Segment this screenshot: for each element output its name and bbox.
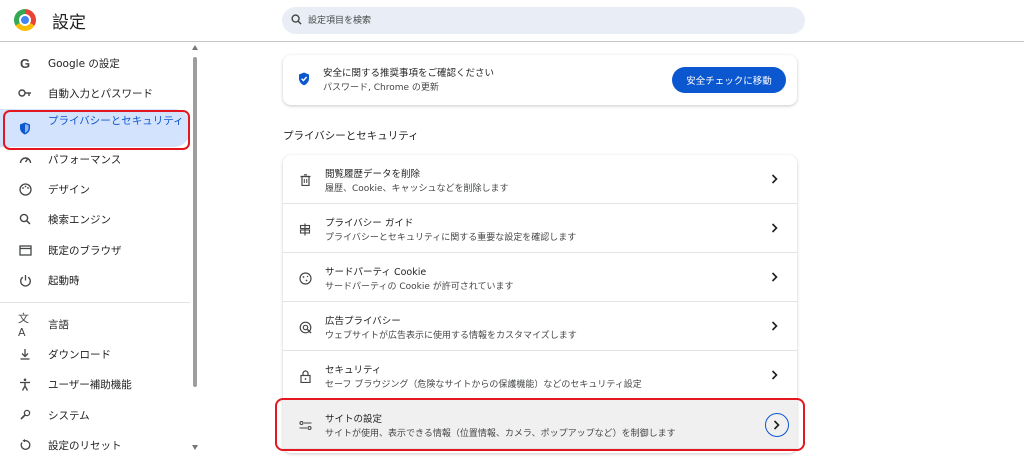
list-item-title: プライバシー ガイド <box>325 218 414 229</box>
scroll-down-arrow[interactable] <box>192 445 198 450</box>
power-icon <box>18 273 32 287</box>
page-title: 設定 <box>52 13 86 33</box>
sidebar-item-default-browser[interactable]: 既定のブラウザ <box>0 235 190 265</box>
chevron-right-icon <box>771 321 778 331</box>
sidebar: G Google の設定 自動入力とパスワード プライバシーとセキュリティ パフ… <box>0 43 205 453</box>
sidebar-item-performance[interactable]: パフォーマンス <box>0 144 190 174</box>
sidebar-item-label: パフォーマンス <box>48 153 122 166</box>
list-item-subtitle: ウェブサイトが広告表示に使用する情報をカスタマイズします <box>325 331 577 341</box>
sidebar-item-on-startup[interactable]: 起動時 <box>0 265 190 295</box>
sidebar-item-search-engine[interactable]: 検索エンジン <box>0 204 190 234</box>
search-box[interactable] <box>282 7 805 34</box>
sidebar-item-label: システム <box>48 409 90 422</box>
sidebar-item-accessibility[interactable]: ユーザー補助機能 <box>0 369 190 399</box>
accessibility-icon <box>18 377 32 391</box>
speedometer-icon <box>18 152 32 166</box>
list-item-title: サードパーティ Cookie <box>325 267 427 278</box>
top-bar: 設定 <box>0 0 1024 42</box>
ad-privacy-icon <box>298 320 312 334</box>
wrench-icon <box>18 408 32 422</box>
search-icon <box>291 14 302 25</box>
safety-check-title: 安全に関する推奨事項をご確認ください <box>323 68 495 79</box>
browser-window-icon <box>18 243 32 257</box>
list-item-clear-browsing-data[interactable]: 閲覧履歴データを削除 履歴、Cookie、キャッシュなどを削除します <box>283 155 797 204</box>
sidebar-item-label: 言語 <box>48 318 69 331</box>
key-icon <box>18 86 32 100</box>
sidebar-item-appearance[interactable]: デザイン <box>0 174 190 204</box>
sidebar-item-languages[interactable]: 文A 言語 <box>0 309 190 339</box>
cookie-icon <box>298 271 312 285</box>
sidebar-divider <box>0 302 190 303</box>
sidebar-item-label: ダウンロード <box>48 348 111 361</box>
list-item-privacy-guide[interactable]: プライバシー ガイド プライバシーとセキュリティに関する重要な設定を確認します <box>283 204 797 253</box>
palette-icon <box>18 182 32 196</box>
sidebar-item-label: 既定のブラウザ <box>48 244 122 257</box>
chevron-right-icon <box>771 272 778 282</box>
list-item-title: 閲覧履歴データを削除 <box>325 169 421 180</box>
reset-icon <box>18 438 32 452</box>
chevron-right-icon <box>771 174 778 184</box>
sidebar-item-label: ユーザー補助機能 <box>48 378 132 391</box>
chevron-right-icon <box>771 223 778 233</box>
list-item-ad-privacy[interactable]: 広告プライバシー ウェブサイトが広告表示に使用する情報をカスタマイズします <box>283 302 797 351</box>
safety-check-text: 安全に関する推奨事項をご確認ください パスワード, Chrome の更新 <box>323 67 494 95</box>
list-item-subtitle: プライバシーとセキュリティに関する重要な設定を確認します <box>325 233 577 243</box>
chrome-logo-icon <box>14 9 36 31</box>
sidebar-item-label: 起動時 <box>48 274 80 287</box>
sidebar-item-label: 設定のリセット <box>48 439 122 452</box>
list-item-subtitle: サードパーティの Cookie が許可されています <box>325 282 514 292</box>
safety-check-card: 安全に関する推奨事項をご確認ください パスワード, Chrome の更新 安全チ… <box>283 55 797 105</box>
chevron-right-icon <box>771 370 778 380</box>
safety-check-button[interactable]: 安全チェックに移動 <box>672 67 786 93</box>
list-item-security[interactable]: セキュリティ セーフ ブラウジング（危険なサイトからの保護機能）などのセキュリテ… <box>283 351 797 400</box>
list-item-subtitle: 履歴、Cookie、キャッシュなどを削除します <box>325 184 509 194</box>
list-item-third-party-cookies[interactable]: サードパーティ Cookie サードパーティの Cookie が許可されています <box>283 253 797 302</box>
sidebar-item-autofill[interactable]: 自動入力とパスワード <box>0 78 190 108</box>
sidebar-scrollbar[interactable] <box>193 57 197 387</box>
list-item-title: セキュリティ <box>325 365 382 376</box>
scroll-up-arrow[interactable] <box>192 45 198 50</box>
safety-shield-icon <box>299 72 309 86</box>
privacy-guide-icon <box>298 222 312 236</box>
sidebar-item-google[interactable]: G Google の設定 <box>0 48 190 78</box>
sidebar-item-label: Google の設定 <box>48 57 120 70</box>
highlight-box-site-settings <box>275 398 805 451</box>
sidebar-item-reset[interactable]: 設定のリセット <box>0 430 190 460</box>
download-icon <box>18 347 32 361</box>
sidebar-item-label: 自動入力とパスワード <box>48 87 153 100</box>
sidebar-item-downloads[interactable]: ダウンロード <box>0 339 190 369</box>
safety-check-subtitle: パスワード, Chrome の更新 <box>323 83 439 93</box>
sidebar-item-system[interactable]: システム <box>0 400 190 430</box>
translate-icon: 文A <box>18 311 29 339</box>
google-icon: G <box>19 55 31 71</box>
trash-icon <box>298 173 312 187</box>
sidebar-item-label: デザイン <box>48 183 90 196</box>
search-icon <box>18 212 32 226</box>
section-title: プライバシーとセキュリティ <box>283 130 419 142</box>
lock-icon <box>298 369 312 383</box>
sidebar-item-label: 検索エンジン <box>48 213 111 226</box>
list-item-title: 広告プライバシー <box>325 316 401 327</box>
list-item-subtitle: セーフ ブラウジング（危険なサイトからの保護機能）などのセキュリティ設定 <box>325 380 642 390</box>
search-input[interactable] <box>308 11 788 30</box>
